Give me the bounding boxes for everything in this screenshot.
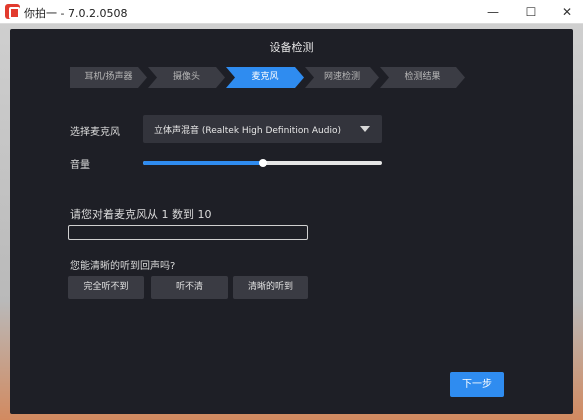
step-microphone: 麦克风: [226, 67, 304, 88]
step-progress-bar: 耳机/扬声器 摄像头 麦克风 网速检测 检测结果: [70, 67, 466, 88]
volume-slider[interactable]: [143, 159, 382, 167]
volume-slider-fill: [143, 161, 263, 165]
step-speaker: 耳机/扬声器: [70, 67, 147, 88]
microphone-dropdown[interactable]: 立体声混音 (Realtek High Definition Audio): [143, 115, 382, 143]
step-camera: 摄像头: [148, 67, 225, 88]
window-title: 你拍一 - 7.0.2.0508: [24, 7, 128, 20]
app-logo-icon: [5, 4, 20, 19]
dropdown-arrow-icon[interactable]: [360, 126, 370, 132]
device-check-dialog: 设备检测 耳机/扬声器 摄像头 麦克风 网速检测 检测结果 选择麦克风 立体声混…: [10, 29, 573, 414]
count-prompt-text: 请您对着麦克风从 1 数到 10: [70, 208, 212, 221]
answer-cannot-hear-button[interactable]: 完全听不到: [68, 276, 144, 299]
volume-slider-handle[interactable]: [258, 159, 267, 167]
dialog-title: 设备检测: [269, 41, 314, 54]
microphone-select-label: 选择麦克风: [70, 127, 120, 138]
maximize-button[interactable]: ☐: [512, 0, 550, 24]
step-network-test: 网速检测: [305, 67, 379, 88]
answer-clear-button[interactable]: 清晰的听到: [233, 276, 308, 299]
step-result: 检测结果: [380, 67, 465, 88]
title-bar: 你拍一 - 7.0.2.0508 — ☐ ✕: [0, 0, 583, 24]
microphone-selected-value: 立体声混音 (Realtek High Definition Audio): [154, 126, 341, 136]
echo-question-text: 您能清晰的听到回声吗?: [70, 261, 176, 272]
minimize-button[interactable]: —: [474, 0, 512, 24]
next-button[interactable]: 下一步: [450, 372, 504, 397]
close-button[interactable]: ✕: [548, 0, 583, 24]
mic-input-level-meter: [68, 225, 308, 240]
volume-label: 音量: [70, 160, 90, 171]
answer-unclear-button[interactable]: 听不清: [151, 276, 228, 299]
